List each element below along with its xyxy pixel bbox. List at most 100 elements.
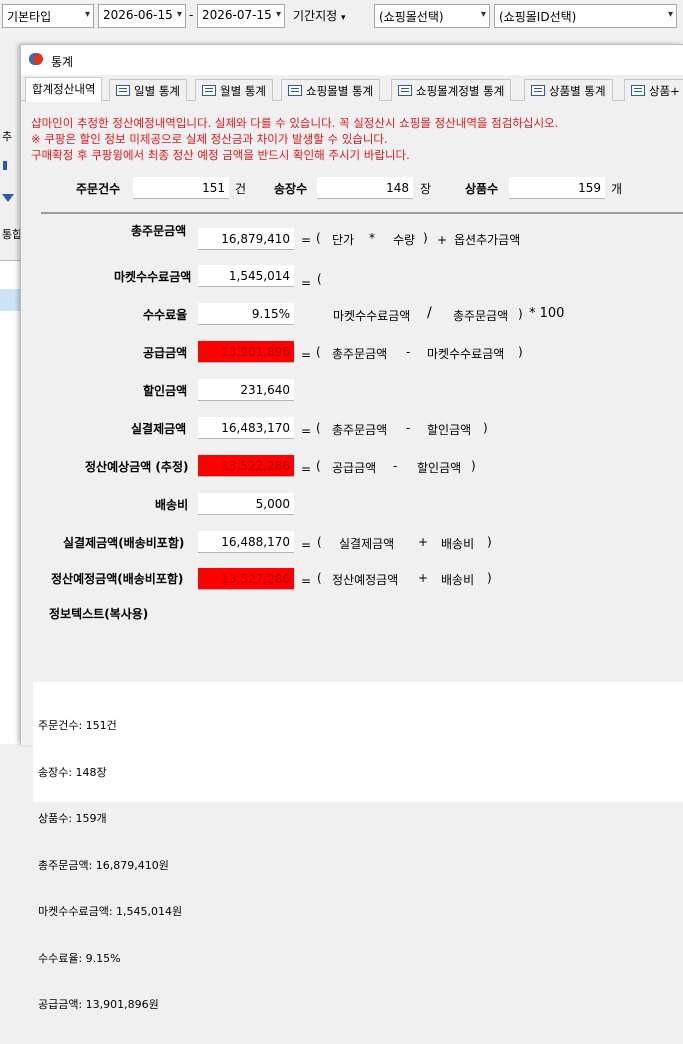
shipping-fee-field[interactable]: 5,000: [198, 493, 294, 515]
tab-grid-icon: [631, 85, 645, 96]
formula-term: 총주문금액: [332, 347, 388, 361]
period-button-label: 기간지정: [293, 9, 338, 23]
mall-select[interactable]: (쇼핑몰선택) ▾: [374, 4, 490, 28]
chevron-down-icon: ▾: [176, 9, 182, 20]
actual-paid-with-shipping-label: 실결제금액(배송비포함): [63, 536, 185, 550]
actual-paid-field[interactable]: 16,483,170: [198, 417, 294, 439]
formula-term: 배송비: [441, 573, 475, 587]
settlement-with-shipping-field[interactable]: 13,527,286: [198, 568, 294, 590]
chevron-down-icon: ▾: [667, 9, 673, 20]
invoices-count-unit: 장: [420, 182, 432, 196]
formula-paren: (: [317, 272, 322, 286]
formula-term: 할인금액: [417, 461, 462, 475]
tab-by-mall[interactable]: 쇼핑몰별 통계: [281, 79, 381, 101]
tab-product-plus[interactable]: 상품+: [624, 79, 683, 101]
info-line: 주문건수: 151건: [38, 719, 117, 732]
formula-equals: =: [301, 462, 312, 476]
formula-paren: ): [518, 307, 523, 321]
tab-by-product[interactable]: 상품별 통계: [524, 79, 613, 101]
type-select-value: 기본타입: [7, 10, 52, 24]
expected-settlement-label: 정산예상금액 (추정): [85, 460, 189, 474]
summary-panel: 샵마인이 추정한 정산예정내역입니다. 실제와 다를 수 있습니다. 꼭 실정산…: [21, 102, 683, 1011]
total-order-label: 총주문금액: [131, 224, 187, 238]
tab-label: 일별 통계: [134, 84, 180, 98]
products-count-unit: 개: [611, 182, 623, 196]
tab-label: 상품별 통계: [549, 84, 606, 98]
pause-icon[interactable]: [3, 161, 7, 170]
formula-term: 할인금액: [427, 423, 472, 437]
mall-id-select-value: (쇼핑몰ID선택): [499, 10, 577, 24]
tab-label: 쇼핑몰계정별 통계: [416, 84, 505, 98]
fee-rate-field[interactable]: 9.15%: [198, 303, 294, 325]
notice-line: ※ 쿠팡은 할인 정보 미제공으로 실제 정산금과 차이가 발생할 수 있습니다…: [31, 132, 388, 146]
formula-operator: +: [418, 535, 429, 549]
date-separator: -: [189, 8, 194, 22]
date-to-picker[interactable]: 2026-07-15 ▾: [197, 4, 285, 28]
products-count-field[interactable]: 159: [509, 177, 605, 199]
formula-paren: ): [483, 421, 488, 435]
tab-monthly[interactable]: 월별 통계: [195, 79, 273, 101]
invoices-count-field[interactable]: 148: [317, 177, 413, 199]
divider: [41, 212, 683, 214]
discount-field[interactable]: 231,640: [198, 379, 294, 401]
formula-operator: *: [369, 231, 375, 245]
date-to-value: 2026-07-15: [202, 8, 272, 22]
formula-operator: -: [393, 459, 398, 473]
formula-paren: (: [316, 231, 321, 245]
formula-term: 마켓수수료금액: [427, 347, 505, 361]
market-fee-field[interactable]: 1,545,014: [198, 265, 294, 287]
supply-amount-field[interactable]: 13,901,896: [198, 341, 294, 363]
formula-equals: =: [301, 574, 312, 588]
tab-by-mall-account[interactable]: 쇼핑몰계정별 통계: [391, 79, 512, 101]
tab-grid-icon: [398, 85, 412, 96]
formula-paren: (: [316, 345, 321, 359]
tab-label: 월별 통계: [220, 84, 266, 98]
products-count-label: 상품수: [465, 182, 499, 196]
formula-term: 총주문금액: [453, 309, 509, 323]
tab-label: 상품+: [649, 84, 680, 98]
type-select[interactable]: 기본타입 ▾: [2, 4, 94, 28]
filter-icon[interactable]: [2, 194, 14, 202]
info-textarea[interactable]: 주문건수: 151건 송장수: 148장 상품수: 159개 총주문금액: 16…: [33, 682, 683, 1011]
expected-settlement-field[interactable]: 13,522,286: [198, 455, 294, 477]
info-text-label: 정보텍스트(복사용): [49, 607, 149, 621]
notice-line: 구매확정 후 쿠팡윙에서 최종 정산 예정 금액을 반드시 확인해 주시기 바랍…: [31, 148, 410, 162]
period-button[interactable]: 기간지정 ▾: [289, 4, 350, 28]
orders-count-unit: 건: [235, 182, 247, 196]
formula-term: 실결제금액: [339, 537, 395, 551]
formula-paren: ): [487, 571, 492, 585]
actual-paid-with-shipping-field[interactable]: 16,488,170: [198, 531, 294, 553]
formula-operator: -: [406, 345, 411, 359]
formula-paren: (: [317, 535, 322, 549]
formula-equals: =: [301, 348, 312, 362]
notice-line: 샵마인이 추정한 정산예정내역입니다. 실제와 다를 수 있습니다. 꼭 실정산…: [31, 116, 559, 130]
formula-paren: ): [518, 345, 523, 359]
invoices-count-label: 송장수: [274, 182, 308, 196]
mall-select-value: (쇼핑몰선택): [379, 10, 444, 24]
actual-paid-label: 실결제금액: [131, 422, 187, 436]
tab-summary[interactable]: 합계정산내역: [25, 77, 103, 102]
formula-term: 수량: [393, 233, 416, 247]
formula-operator: /: [427, 305, 432, 321]
formula-equals: =: [301, 538, 312, 552]
orders-count-field[interactable]: 151: [133, 177, 229, 199]
tab-label: 합계정산내역: [32, 82, 96, 96]
chevron-down-icon: ▾: [341, 13, 346, 23]
tab-grid-icon: [202, 85, 216, 96]
tab-daily[interactable]: 일별 통계: [109, 79, 187, 101]
formula-term: * 100: [529, 306, 565, 321]
mall-id-select[interactable]: (쇼핑몰ID선택) ▾: [494, 4, 677, 28]
background-grid: [0, 260, 20, 744]
window-titlebar[interactable]: 통계: [21, 45, 683, 75]
settlement-with-shipping-label: 정산예정금액(배송비포함): [51, 572, 184, 586]
formula-paren: ): [471, 459, 476, 473]
date-from-picker[interactable]: 2026-06-15 ▾: [98, 4, 186, 28]
formula-term: 단가: [332, 233, 355, 247]
tab-grid-icon: [531, 85, 545, 96]
statistics-window: 통계 합계정산내역 일별 통계 월별 통계 쇼핑몰별 통계 쇼핑몰계정별 통계 …: [20, 44, 683, 1011]
formula-paren: (: [316, 459, 321, 473]
total-order-field[interactable]: 16,879,410: [198, 228, 294, 250]
info-line: 공급금액: 13,901,896원: [38, 998, 159, 1011]
chevron-down-icon: ▾: [275, 9, 281, 20]
formula-paren: (: [316, 421, 321, 435]
